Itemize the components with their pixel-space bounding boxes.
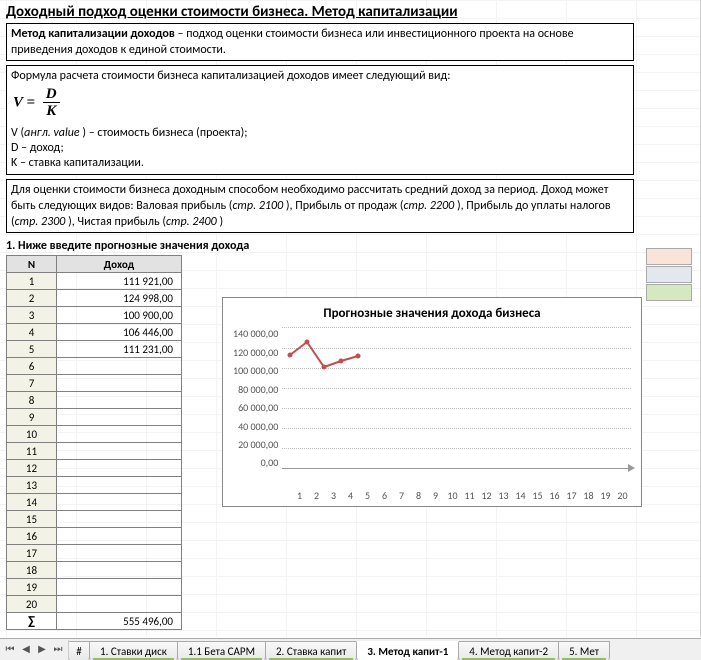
table-row: 15 — [7, 511, 182, 528]
table-row: 18 — [7, 562, 182, 579]
formula-num: D — [43, 87, 60, 103]
intro-bold: Метод капитализации доходов — [11, 27, 175, 41]
tab-stavka-kapit[interactable]: 2. Ставка капит — [265, 641, 357, 660]
table-row: 11 — [7, 443, 182, 460]
chart-title: Прогнозные значения дохода бизнеса — [233, 306, 631, 321]
table-row: 8 — [7, 392, 182, 409]
table-row: 1111 921,00 — [7, 273, 182, 290]
table-sum-row: ∑ 555 496,00 — [7, 613, 182, 630]
section-1-label: 1. Ниже введите прогнозные значения дохо… — [6, 239, 694, 253]
table-row: 12 — [7, 460, 182, 477]
table-row: 3100 900,00 — [7, 307, 182, 324]
desc-k: K – ставка капитализации. — [11, 156, 629, 170]
tab-metod-kapit-1[interactable]: 3. Метод капит-1 — [356, 641, 459, 660]
tab-beta-capm[interactable]: 1.1 Бета CAPM — [177, 641, 266, 660]
table-row: 19 — [7, 579, 182, 596]
formula-v: V = — [13, 95, 35, 111]
table-row: 13 — [7, 477, 182, 494]
swatch — [646, 266, 692, 283]
sum-label: ∑ — [7, 613, 57, 630]
note-box: Для оценки стоимости бизнеса доходным сп… — [6, 179, 634, 234]
desc-v: V (англ. value ) – стоимость бизнеса (пр… — [11, 126, 629, 140]
intro-box: Метод капитализации доходов – подход оце… — [6, 23, 634, 61]
table-row: 2124 998,00 — [7, 290, 182, 307]
sum-value: 555 496,00 — [57, 613, 182, 630]
chart-xaxis: 1234567891011121314151617181920 — [291, 487, 631, 502]
table-row: 6 — [7, 358, 182, 375]
chart-yaxis: 140 000,00 120 000,00 100 000,00 80 000,… — [233, 327, 282, 469]
formula-den: K — [43, 103, 60, 120]
tab-nav-first[interactable]: ⏮ — [2, 640, 18, 660]
formula-intro: Формула расчета стоимости бизнеса капита… — [11, 69, 629, 83]
income-table[interactable]: N Доход 1111 921,00 2124 998,00 3100 900… — [6, 255, 182, 630]
tab-nav-next[interactable]: ▶ — [34, 640, 50, 660]
chart-line-series — [282, 327, 622, 469]
tab-metod-kapit-2[interactable]: 4. Метод капит-2 — [458, 641, 559, 660]
tab-hash[interactable]: # — [69, 641, 90, 660]
table-row: 4106 446,00 — [7, 324, 182, 341]
table-row: 7 — [7, 375, 182, 392]
swatch — [646, 284, 692, 301]
chart[interactable]: Прогнозные значения дохода бизнеса 140 0… — [222, 297, 642, 507]
chart-plot-area — [282, 327, 631, 469]
table-row: 10 — [7, 426, 182, 443]
tab-nav-prev[interactable]: ◀ — [18, 640, 34, 660]
col-income-header[interactable]: Доход — [57, 256, 182, 273]
desc-d: D – доход; — [11, 141, 629, 155]
color-legend — [646, 248, 692, 302]
table-row: 17 — [7, 545, 182, 562]
table-row: 16 — [7, 528, 182, 545]
sheet-tab-strip[interactable]: ⏮ ◀ ▶ ⏭ # 1. Ставки диск 1.1 Бета CAPM 2… — [0, 638, 701, 660]
formula: V = D K — [11, 84, 62, 125]
swatch — [646, 248, 692, 265]
tab-stavki-disk[interactable]: 1. Ставки диск — [89, 641, 178, 660]
table-row: 14 — [7, 494, 182, 511]
table-row: 20 — [7, 596, 182, 613]
col-n-header[interactable]: N — [7, 256, 57, 273]
table-row: 9 — [7, 409, 182, 426]
formula-box: Формула расчета стоимости бизнеса капита… — [6, 65, 634, 175]
tab-nav-last[interactable]: ⏭ — [50, 640, 66, 660]
page-title: Доходный подход оценки стоимости бизнеса… — [6, 3, 694, 21]
tab-5-met[interactable]: 5. Мет — [558, 641, 610, 660]
arrow-right-icon — [628, 464, 635, 472]
table-row: 5111 231,00 — [7, 341, 182, 358]
